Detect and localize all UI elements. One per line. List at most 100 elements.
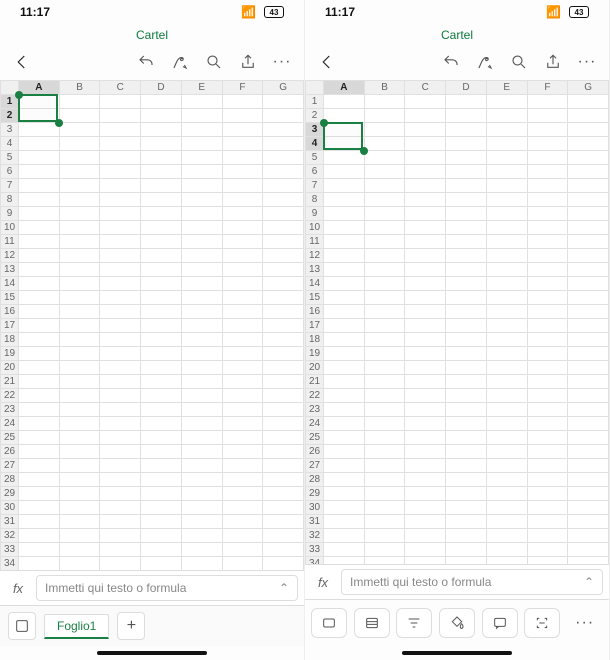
- row-header-26[interactable]: 26: [306, 445, 324, 459]
- cell-G15[interactable]: [568, 291, 609, 305]
- cell-C28[interactable]: [100, 473, 141, 487]
- cell-B30[interactable]: [59, 501, 100, 515]
- cell-F28[interactable]: [222, 473, 263, 487]
- cell-B5[interactable]: [59, 151, 100, 165]
- cell-C27[interactable]: [405, 459, 446, 473]
- fill-color-button[interactable]: [439, 608, 475, 638]
- cell-A9[interactable]: [324, 207, 365, 221]
- cell-B14[interactable]: [59, 277, 100, 291]
- cell-B23[interactable]: [59, 403, 100, 417]
- cell-D17[interactable]: [446, 319, 487, 333]
- cell-B32[interactable]: [59, 529, 100, 543]
- cell-B31[interactable]: [59, 515, 100, 529]
- row-header-31[interactable]: 31: [306, 515, 324, 529]
- cell-F32[interactable]: [527, 529, 568, 543]
- row-header-29[interactable]: 29: [1, 487, 19, 501]
- cell-A5[interactable]: [19, 151, 60, 165]
- cell-D4[interactable]: [141, 137, 182, 151]
- cell-A20[interactable]: [19, 361, 60, 375]
- row-header-11[interactable]: 11: [306, 235, 324, 249]
- cell-E13[interactable]: [181, 263, 222, 277]
- cell-D20[interactable]: [141, 361, 182, 375]
- cell-B13[interactable]: [364, 263, 405, 277]
- cell-C7[interactable]: [405, 179, 446, 193]
- cell-B7[interactable]: [364, 179, 405, 193]
- cell-C9[interactable]: [100, 207, 141, 221]
- cell-B22[interactable]: [364, 389, 405, 403]
- cell-E12[interactable]: [181, 249, 222, 263]
- cell-B27[interactable]: [59, 459, 100, 473]
- col-header-G[interactable]: G: [263, 81, 304, 95]
- cell-A16[interactable]: [324, 305, 365, 319]
- cell-D27[interactable]: [446, 459, 487, 473]
- cell-B4[interactable]: [59, 137, 100, 151]
- row-header-30[interactable]: 30: [1, 501, 19, 515]
- cell-D32[interactable]: [446, 529, 487, 543]
- cell-C32[interactable]: [100, 529, 141, 543]
- cell-E23[interactable]: [486, 403, 527, 417]
- cell-B23[interactable]: [364, 403, 405, 417]
- cell-A15[interactable]: [19, 291, 60, 305]
- cell-G17[interactable]: [263, 319, 304, 333]
- cell-D17[interactable]: [141, 319, 182, 333]
- cell-G33[interactable]: [263, 543, 304, 557]
- cell-G3[interactable]: [568, 123, 609, 137]
- row-header-33[interactable]: 33: [306, 543, 324, 557]
- cell-A26[interactable]: [19, 445, 60, 459]
- cell-A7[interactable]: [19, 179, 60, 193]
- row-header-23[interactable]: 23: [1, 403, 19, 417]
- cell-B14[interactable]: [364, 277, 405, 291]
- col-header-A[interactable]: A: [324, 81, 365, 95]
- cell-C32[interactable]: [405, 529, 446, 543]
- cell-G8[interactable]: [568, 193, 609, 207]
- cell-C23[interactable]: [100, 403, 141, 417]
- cell-F20[interactable]: [222, 361, 263, 375]
- cell-A18[interactable]: [19, 333, 60, 347]
- cell-E31[interactable]: [181, 515, 222, 529]
- cell-A8[interactable]: [324, 193, 365, 207]
- cell-E30[interactable]: [181, 501, 222, 515]
- more-button[interactable]: ···: [270, 50, 294, 74]
- cell-F31[interactable]: [222, 515, 263, 529]
- cell-A19[interactable]: [324, 347, 365, 361]
- cell-F10[interactable]: [222, 221, 263, 235]
- cell-G28[interactable]: [263, 473, 304, 487]
- cell-E9[interactable]: [181, 207, 222, 221]
- cell-A13[interactable]: [324, 263, 365, 277]
- row-header-12[interactable]: 12: [306, 249, 324, 263]
- cell-E8[interactable]: [486, 193, 527, 207]
- spreadsheet-grid[interactable]: ABCDEFG123456789101112131415161718192021…: [305, 80, 609, 564]
- cell-A3[interactable]: [324, 123, 365, 137]
- cell-F25[interactable]: [527, 431, 568, 445]
- cell-A6[interactable]: [324, 165, 365, 179]
- cell-E33[interactable]: [181, 543, 222, 557]
- cell-A32[interactable]: [19, 529, 60, 543]
- cell-G17[interactable]: [568, 319, 609, 333]
- cell-C15[interactable]: [100, 291, 141, 305]
- cell-E16[interactable]: [486, 305, 527, 319]
- cell-G31[interactable]: [568, 515, 609, 529]
- cell-C19[interactable]: [100, 347, 141, 361]
- cell-C4[interactable]: [405, 137, 446, 151]
- cell-C14[interactable]: [100, 277, 141, 291]
- cell-D6[interactable]: [446, 165, 487, 179]
- cell-G11[interactable]: [568, 235, 609, 249]
- cell-G20[interactable]: [263, 361, 304, 375]
- cell-G5[interactable]: [263, 151, 304, 165]
- cell-C11[interactable]: [405, 235, 446, 249]
- cell-F1[interactable]: [527, 95, 568, 109]
- cell-A5[interactable]: [324, 151, 365, 165]
- cell-G25[interactable]: [263, 431, 304, 445]
- cell-B21[interactable]: [364, 375, 405, 389]
- cell-G23[interactable]: [263, 403, 304, 417]
- cell-A15[interactable]: [324, 291, 365, 305]
- cell-F11[interactable]: [222, 235, 263, 249]
- cell-E30[interactable]: [486, 501, 527, 515]
- cell-D24[interactable]: [446, 417, 487, 431]
- row-header-1[interactable]: 1: [306, 95, 324, 109]
- row-header-23[interactable]: 23: [306, 403, 324, 417]
- cell-D29[interactable]: [141, 487, 182, 501]
- card-view-button[interactable]: [311, 608, 347, 638]
- scan-button[interactable]: [524, 608, 560, 638]
- cell-A25[interactable]: [324, 431, 365, 445]
